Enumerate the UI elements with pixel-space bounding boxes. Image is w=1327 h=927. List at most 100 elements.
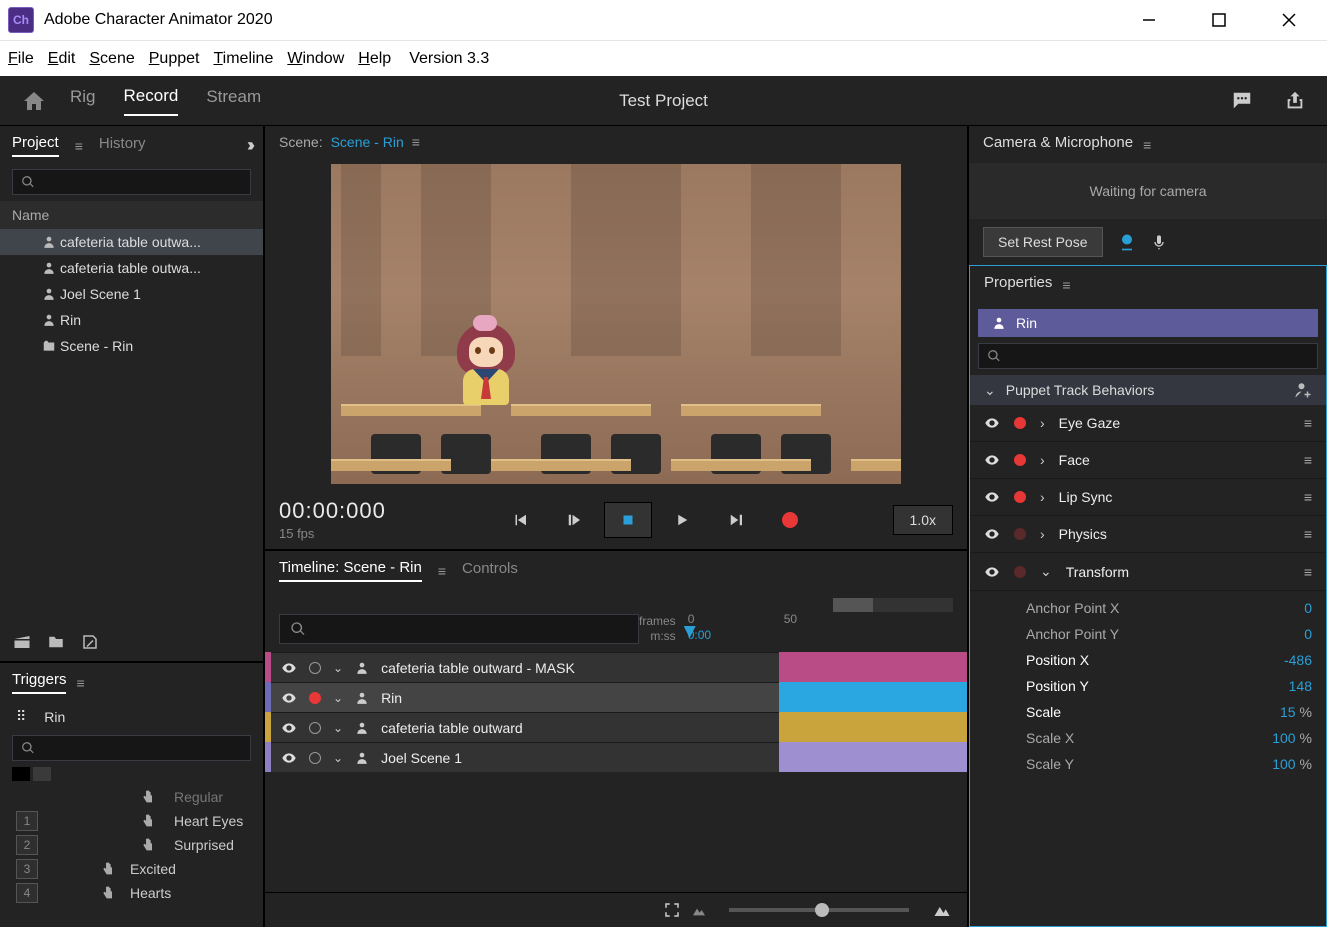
transform-row[interactable]: Scale15% <box>970 699 1326 725</box>
eye-icon[interactable] <box>281 690 297 706</box>
keyboard-icon[interactable]: ⠿ <box>16 708 28 725</box>
eye-icon[interactable] <box>984 452 1000 468</box>
arm-toggle[interactable] <box>309 722 321 734</box>
step-back-button[interactable] <box>550 502 598 538</box>
trigger-item[interactable]: 1Heart Eyes <box>0 809 263 833</box>
chevron-down-icon[interactable]: ⌄ <box>333 751 343 765</box>
tab-history[interactable]: History <box>99 135 146 156</box>
menu-scene[interactable]: Scene <box>89 50 134 68</box>
home-icon[interactable] <box>20 89 48 113</box>
project-item[interactable]: Scene - Rin <box>0 333 263 359</box>
behavior-row[interactable]: › Lip Sync ≡ <box>970 479 1326 516</box>
menu-file[interactable]: File <box>8 50 34 68</box>
project-panel-menu-icon[interactable]: ≡ <box>75 138 83 154</box>
transform-row[interactable]: Position X-486 <box>970 647 1326 673</box>
scene-name[interactable]: Scene - Rin <box>331 134 404 150</box>
arm-toggle[interactable] <box>309 752 321 764</box>
scene-menu-icon[interactable]: ≡ <box>412 134 420 150</box>
zoom-slider[interactable] <box>729 908 909 912</box>
share-icon[interactable] <box>1283 90 1307 112</box>
arm-toggle[interactable] <box>309 692 321 704</box>
trigger-item[interactable]: 3Excited <box>0 857 263 881</box>
timeline-ruler[interactable]: 0 50 0:00 <box>684 612 953 646</box>
menu-timeline[interactable]: Timeline <box>213 50 273 68</box>
clapper-icon[interactable] <box>12 633 32 651</box>
row-menu-icon[interactable]: ≡ <box>1304 526 1312 542</box>
timeline-track[interactable]: ⌄ cafeteria table outward <box>265 712 967 742</box>
chevron-right-icon[interactable]: › <box>1040 415 1045 431</box>
row-menu-icon[interactable]: ≡ <box>1304 564 1312 580</box>
triggers-menu-icon[interactable]: ≡ <box>76 675 84 691</box>
stop-button[interactable] <box>604 502 652 538</box>
transform-row[interactable]: Anchor Point X0 <box>970 595 1326 621</box>
transform-value[interactable]: 0 <box>1304 626 1312 642</box>
set-rest-pose-button[interactable]: Set Rest Pose <box>983 227 1103 257</box>
project-item[interactable]: cafeteria table outwa... <box>0 255 263 281</box>
tab-project[interactable]: Project <box>12 134 59 157</box>
behavior-row[interactable]: › Physics ≡ <box>970 516 1326 553</box>
tab-rig[interactable]: Rig <box>70 87 96 115</box>
chevron-right-icon[interactable]: › <box>1040 452 1045 468</box>
minimize-button[interactable] <box>1129 5 1169 35</box>
comment-icon[interactable] <box>1229 90 1255 112</box>
track-clip[interactable] <box>779 652 967 682</box>
tab-timeline[interactable]: Timeline: Scene - Rin <box>279 559 422 582</box>
menu-help[interactable]: Help <box>358 50 391 68</box>
transform-header[interactable]: ⌄ Transform ≡ <box>970 553 1326 591</box>
eye-icon[interactable] <box>281 750 297 766</box>
transform-value[interactable]: 100 <box>1272 730 1295 746</box>
chevron-down-icon[interactable]: ⌄ <box>333 691 343 705</box>
menu-window[interactable]: Window <box>287 50 344 68</box>
timeline-track[interactable]: ⌄ Rin <box>265 682 967 712</box>
webcam-icon[interactable] <box>1117 232 1137 252</box>
project-item[interactable]: Rin <box>0 307 263 333</box>
triggers-tab[interactable]: Triggers <box>12 671 66 694</box>
arm-dot[interactable] <box>1014 417 1026 429</box>
properties-search[interactable] <box>978 343 1318 369</box>
transform-value[interactable]: -486 <box>1284 652 1312 668</box>
transform-row[interactable]: Scale Y100% <box>970 751 1326 777</box>
timecode[interactable]: 00:00:00 <box>279 498 373 523</box>
transform-value[interactable]: 15 <box>1280 704 1296 720</box>
chevron-right-icon[interactable]: › <box>1040 526 1045 542</box>
transform-value[interactable]: 0 <box>1304 600 1312 616</box>
cam-menu-icon[interactable]: ≡ <box>1143 137 1151 153</box>
timeline-track[interactable]: ⌄ cafeteria table outward - MASK <box>265 652 967 682</box>
menu-edit[interactable]: Edit <box>48 50 76 68</box>
transform-value[interactable]: 148 <box>1289 678 1312 694</box>
maximize-button[interactable] <box>1199 5 1239 35</box>
eye-icon[interactable] <box>281 660 297 676</box>
project-search[interactable] <box>12 169 251 195</box>
trigger-item[interactable]: 4Hearts <box>0 881 263 905</box>
folder-icon[interactable] <box>46 633 66 651</box>
go-to-start-button[interactable] <box>496 502 544 538</box>
play-button[interactable] <box>658 502 706 538</box>
tab-stream[interactable]: Stream <box>206 87 261 115</box>
chevron-right-icon[interactable]: › <box>1040 489 1045 505</box>
menu-puppet[interactable]: Puppet <box>149 50 200 68</box>
timeline-menu-icon[interactable]: ≡ <box>438 563 446 579</box>
row-menu-icon[interactable]: ≡ <box>1304 489 1312 505</box>
fit-icon[interactable] <box>663 901 681 919</box>
tab-controls[interactable]: Controls <box>462 560 518 581</box>
eye-icon[interactable] <box>984 526 1000 542</box>
eye-icon[interactable] <box>984 415 1000 431</box>
arm-dot[interactable] <box>1014 491 1026 503</box>
trigger-item[interactable]: 2Surprised <box>0 833 263 857</box>
scene-viewport[interactable] <box>331 164 901 484</box>
chevron-down-icon[interactable]: ⌄ <box>333 661 343 675</box>
transform-row[interactable]: Scale X100% <box>970 725 1326 751</box>
playback-speed[interactable]: 1.0x <box>893 505 953 535</box>
eye-icon[interactable] <box>984 564 1000 580</box>
properties-menu-icon[interactable]: ≡ <box>1062 277 1070 293</box>
behaviors-header[interactable]: ⌄Puppet Track Behaviors <box>970 375 1326 405</box>
selected-puppet-row[interactable]: Rin <box>978 309 1318 337</box>
timeline-search[interactable] <box>279 614 639 644</box>
note-icon[interactable] <box>80 633 100 651</box>
track-clip[interactable] <box>779 712 967 742</box>
behavior-row[interactable]: › Face ≡ <box>970 442 1326 479</box>
arm-dot[interactable] <box>1014 566 1026 578</box>
expand-panel-icon[interactable]: ›› <box>247 135 251 156</box>
arm-toggle[interactable] <box>309 662 321 674</box>
transform-row[interactable]: Anchor Point Y0 <box>970 621 1326 647</box>
